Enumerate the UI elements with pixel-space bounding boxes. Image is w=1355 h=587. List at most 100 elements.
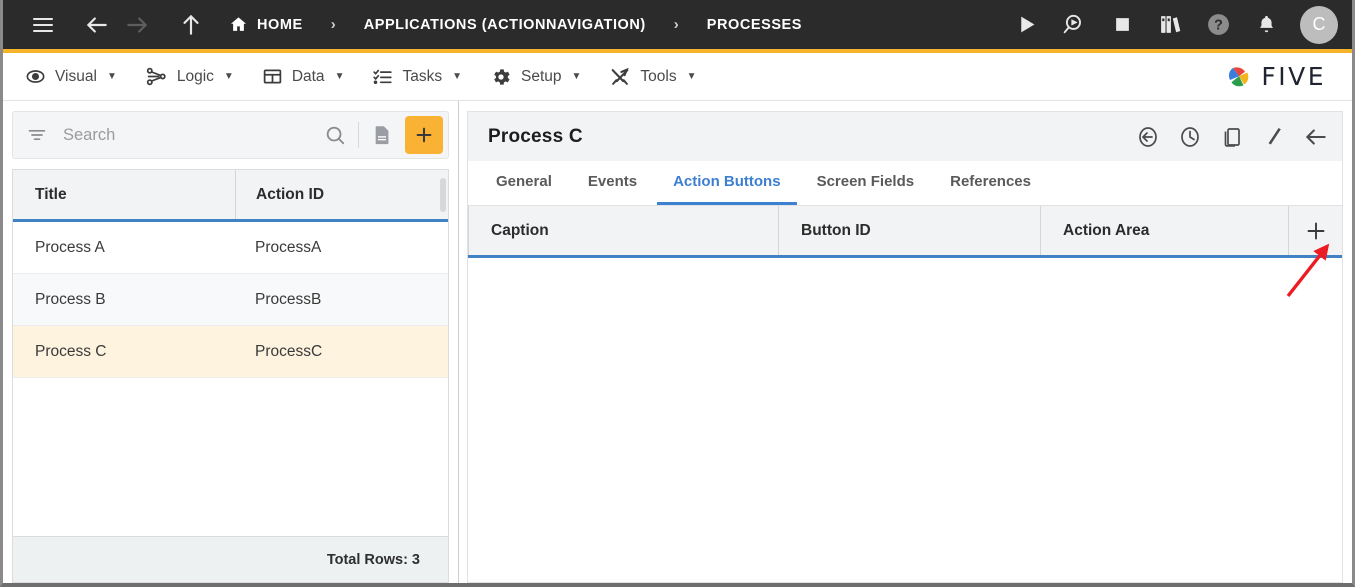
detail-tabs: General Events Action Buttons Screen Fie…	[467, 161, 1343, 206]
cell-title: Process A	[13, 239, 235, 257]
detail-panel: Process C	[459, 101, 1352, 583]
menu-label: Tasks	[402, 68, 442, 86]
column-header-action-id[interactable]: Action ID	[235, 170, 448, 219]
table-grid-icon	[262, 66, 283, 87]
cell-action-id: ProcessB	[235, 291, 448, 309]
tab-action-buttons[interactable]: Action Buttons	[657, 161, 796, 205]
five-pinwheel-logo	[1224, 62, 1254, 92]
checklist-icon	[372, 66, 393, 87]
menu-label: Visual	[55, 68, 97, 86]
search-bar	[12, 111, 449, 159]
up-arrow-icon[interactable]	[171, 5, 211, 45]
content-area: Title Action ID Process A ProcessA Proce…	[3, 101, 1352, 583]
cell-action-id: ProcessC	[235, 343, 448, 361]
search-input[interactable]	[49, 126, 318, 145]
books-icon[interactable]	[1150, 5, 1190, 45]
menu-item-tools[interactable]: Tools ▼	[603, 53, 718, 100]
home-icon	[229, 15, 248, 34]
filter-icon[interactable]	[25, 125, 49, 145]
svg-text:?: ?	[1214, 18, 1223, 34]
chevron-down-icon: ▼	[107, 71, 117, 82]
menu-item-data[interactable]: Data ▼	[256, 53, 367, 100]
breadcrumb-item-processes[interactable]: PROCESSES	[701, 17, 808, 33]
menu-label: Data	[292, 68, 325, 86]
cell-title: Process C	[13, 343, 235, 361]
brand-name: FIVE	[1261, 62, 1326, 91]
column-header-title[interactable]: Title	[13, 170, 235, 219]
top-navigation-bar: HOME › APPLICATIONS (ACTIONNAVIGATION) ›…	[3, 0, 1352, 53]
bell-icon[interactable]	[1246, 5, 1286, 45]
magnifier-play-icon[interactable]	[1054, 5, 1094, 45]
stop-square-icon[interactable]	[1102, 5, 1142, 45]
table-row[interactable]: Process B ProcessB	[13, 274, 448, 326]
chevron-down-icon: ▼	[687, 71, 697, 82]
grid-empty-body	[468, 258, 1342, 582]
breadcrumb-label: APPLICATIONS (ACTIONNAVIGATION)	[364, 17, 646, 33]
menu-label: Tools	[640, 68, 676, 86]
copy-icon[interactable]	[1218, 123, 1246, 151]
breadcrumb-separator: ›	[309, 16, 358, 33]
gear-icon	[490, 66, 512, 88]
hamburger-menu-icon[interactable]	[23, 5, 63, 45]
add-record-button[interactable]	[405, 116, 443, 154]
pencil-icon[interactable]	[1260, 123, 1288, 151]
menu-label: Setup	[521, 68, 562, 86]
tab-screen-fields[interactable]: Screen Fields	[801, 161, 931, 205]
left-list-panel: Title Action ID Process A ProcessA Proce…	[3, 101, 459, 583]
page-title: Process C	[488, 126, 583, 148]
detail-header-actions	[1134, 123, 1330, 151]
add-action-button[interactable]	[1288, 206, 1342, 255]
grid-body: Process A ProcessA Process B ProcessB Pr…	[13, 222, 448, 536]
cell-action-id: ProcessA	[235, 239, 448, 257]
breadcrumb-label: PROCESSES	[707, 17, 802, 33]
process-list-grid: Title Action ID Process A ProcessA Proce…	[12, 169, 449, 583]
tools-cross-icon	[609, 66, 631, 88]
grid-header-row: Caption Button ID Action Area	[468, 206, 1342, 258]
eye-icon	[25, 66, 46, 87]
action-buttons-grid: Caption Button ID Action Area	[467, 206, 1343, 583]
menu-label: Logic	[177, 68, 214, 86]
play-icon[interactable]	[1006, 5, 1046, 45]
application-window: HOME › APPLICATIONS (ACTIONNAVIGATION) ›…	[0, 0, 1355, 587]
total-rows-label: Total Rows: 3	[13, 536, 448, 582]
breadcrumb-label: HOME	[257, 17, 303, 33]
detail-header: Process C	[467, 111, 1343, 161]
breadcrumb-item-home[interactable]: HOME	[223, 15, 309, 34]
breadcrumb-item-applications[interactable]: APPLICATIONS (ACTIONNAVIGATION)	[358, 17, 652, 33]
undo-circle-icon[interactable]	[1134, 123, 1162, 151]
search-icon[interactable]	[318, 124, 352, 146]
divider	[358, 122, 359, 148]
menu-item-visual[interactable]: Visual ▼	[19, 53, 139, 100]
question-circle-icon[interactable]: ?	[1198, 5, 1238, 45]
breadcrumb-separator: ›	[652, 16, 701, 33]
main-menu-bar: Visual ▼ Logic ▼ Data ▼	[3, 53, 1352, 101]
close-back-arrow-icon[interactable]	[1302, 123, 1330, 151]
cell-title: Process B	[13, 291, 235, 309]
forward-arrow-icon	[117, 5, 157, 45]
breadcrumb: HOME › APPLICATIONS (ACTIONNAVIGATION) ›…	[223, 15, 808, 34]
column-header-button-id[interactable]: Button ID	[778, 206, 1040, 255]
logic-nodes-icon	[145, 65, 168, 88]
tab-events[interactable]: Events	[572, 161, 653, 205]
column-header-caption[interactable]: Caption	[468, 206, 778, 255]
grid-scrollbar[interactable]	[440, 178, 446, 212]
clock-circle-icon[interactable]	[1176, 123, 1204, 151]
topbar-left-controls: HOME › APPLICATIONS (ACTIONNAVIGATION) ›…	[23, 5, 808, 45]
avatar[interactable]: C	[1300, 6, 1338, 44]
chevron-down-icon: ▼	[224, 71, 234, 82]
tab-general[interactable]: General	[480, 161, 568, 205]
chevron-down-icon: ▼	[452, 71, 462, 82]
topbar-actions: ? C	[1006, 5, 1338, 45]
five-brand-logo: FIVE	[1224, 62, 1336, 92]
table-row-selected[interactable]: Process C ProcessC	[13, 326, 448, 378]
table-row[interactable]: Process A ProcessA	[13, 222, 448, 274]
menu-item-logic[interactable]: Logic ▼	[139, 53, 256, 100]
document-icon[interactable]	[365, 118, 399, 152]
menu-item-setup[interactable]: Setup ▼	[484, 53, 603, 100]
back-arrow-icon[interactable]	[77, 5, 117, 45]
grid-header-row: Title Action ID	[13, 170, 448, 222]
menu-item-tasks[interactable]: Tasks ▼	[366, 53, 484, 100]
chevron-down-icon: ▼	[335, 71, 345, 82]
column-header-action-area[interactable]: Action Area	[1040, 206, 1288, 255]
tab-references[interactable]: References	[934, 161, 1047, 205]
